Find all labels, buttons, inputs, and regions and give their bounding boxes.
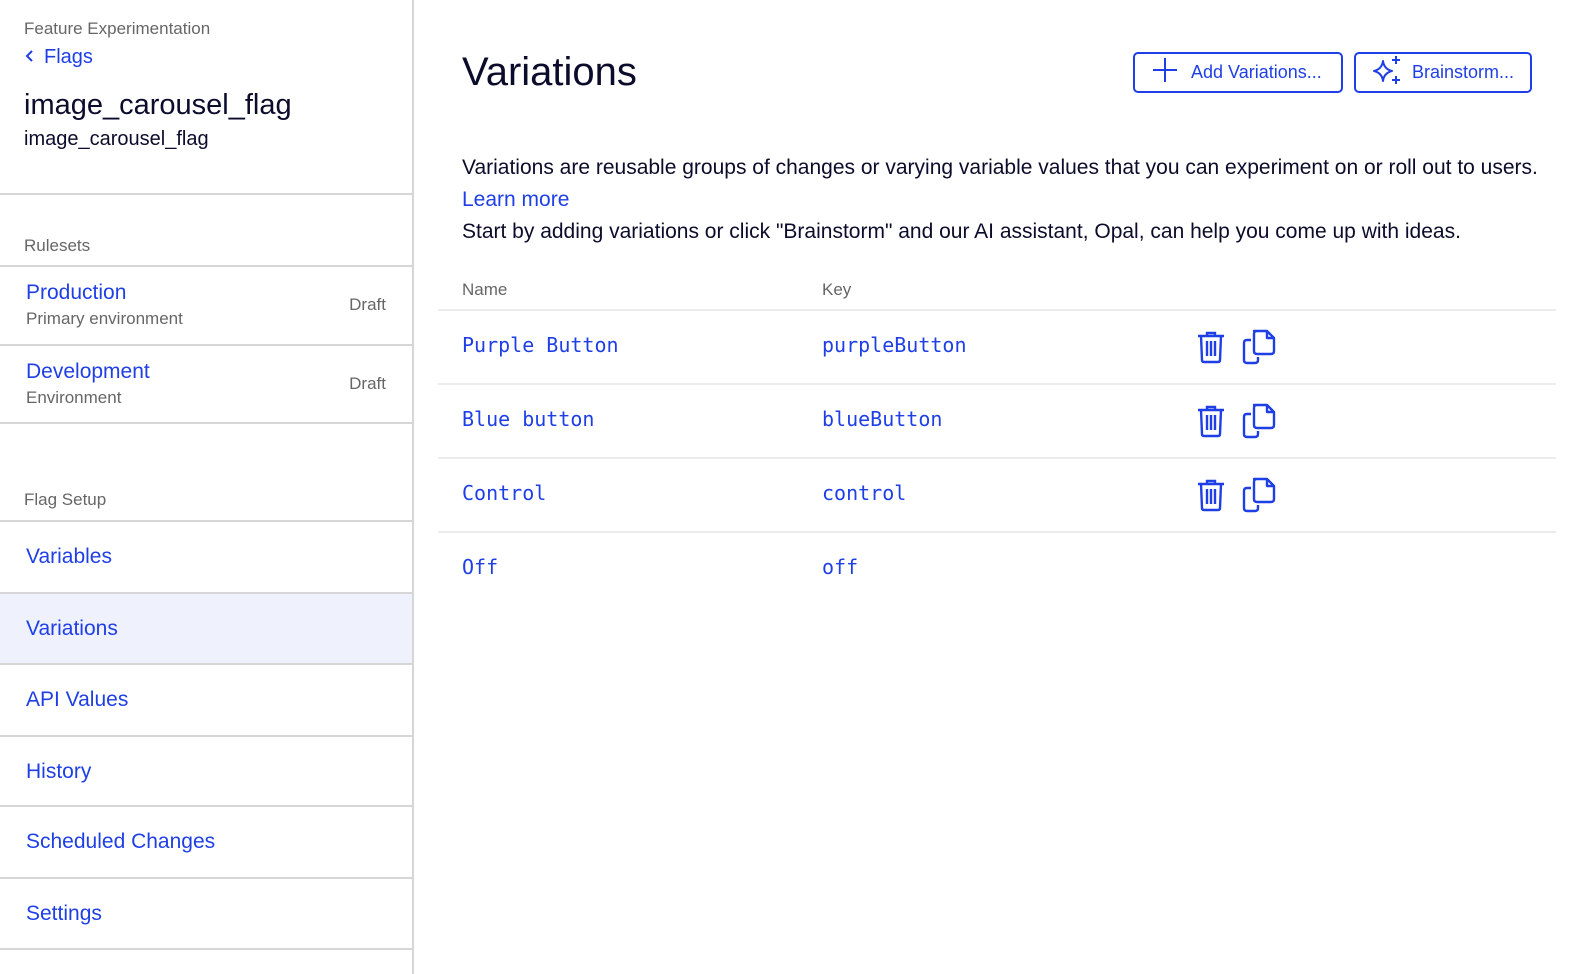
breadcrumb: Feature Experimentation — [24, 19, 211, 38]
table-row: Control control — [438, 459, 1556, 531]
ruleset-production[interactable]: Production Primary environment Draft — [0, 267, 412, 343]
variation-key: blueButton — [822, 407, 943, 431]
divider — [0, 948, 412, 950]
delete-icon[interactable] — [1194, 403, 1228, 439]
column-header-key: Key — [822, 280, 852, 299]
sidebar-item-variables[interactable]: Variables — [0, 522, 412, 592]
table-row: Off off — [438, 533, 1556, 605]
sparkle-icon — [1370, 55, 1404, 90]
divider — [0, 422, 412, 424]
sidebar-item-variations[interactable]: Variations — [0, 594, 412, 664]
brainstorm-label: Brainstorm... — [1412, 62, 1515, 82]
variation-name[interactable]: Purple Button — [462, 333, 619, 357]
ruleset-development[interactable]: Development Environment Draft — [0, 346, 412, 422]
ruleset-name: Production — [26, 281, 127, 304]
variation-key: control — [822, 481, 907, 505]
ruleset-status: Draft — [349, 295, 386, 314]
add-variations-button[interactable]: Add Variations... — [1133, 52, 1343, 93]
variation-key: purpleButton — [822, 333, 967, 357]
back-label: Flags — [44, 46, 93, 68]
rulesets-label: Rulesets — [24, 236, 91, 255]
flag-name: image_carousel_flag — [24, 89, 292, 121]
delete-icon[interactable] — [1194, 329, 1228, 365]
page-title: Variations — [462, 50, 637, 94]
description-text-2: Start by adding variations or click "Bra… — [462, 220, 1461, 243]
brainstorm-button[interactable]: Brainstorm... — [1354, 52, 1532, 93]
sidebar-item-history[interactable]: History — [0, 737, 412, 807]
divider — [0, 193, 412, 195]
column-header-name: Name — [462, 280, 508, 299]
sidebar-item-settings[interactable]: Settings — [0, 879, 412, 949]
description-text: Variations are reusable groups of change… — [462, 156, 1538, 179]
variation-name[interactable]: Control — [462, 481, 546, 505]
plus-icon — [1151, 56, 1179, 89]
flag-key: image_carousel_flag — [24, 128, 209, 150]
chevron-left-icon — [24, 46, 36, 69]
ruleset-description: Primary environment — [26, 309, 183, 328]
table-row: Purple Button purpleButton — [438, 311, 1556, 383]
main-content: Variations Add Variations... Brainstorm.… — [438, 0, 1556, 974]
ruleset-name: Development — [26, 360, 150, 383]
sidebar: Feature Experimentation Flags image_caro… — [0, 0, 414, 974]
copy-icon[interactable] — [1242, 403, 1276, 439]
sidebar-item-api-values[interactable]: API Values — [0, 665, 412, 735]
description: Variations are reusable groups of change… — [462, 152, 1542, 248]
back-to-flags-link[interactable]: Flags — [24, 46, 93, 69]
copy-icon[interactable] — [1242, 329, 1276, 365]
copy-icon[interactable] — [1242, 477, 1276, 513]
flag-setup-label: Flag Setup — [24, 490, 107, 509]
variation-key: off — [822, 555, 859, 579]
sidebar-item-scheduled-changes[interactable]: Scheduled Changes — [0, 807, 412, 877]
variation-name[interactable]: Blue button — [462, 407, 594, 431]
ruleset-status: Draft — [349, 374, 386, 393]
variation-name[interactable]: Off — [462, 555, 498, 579]
ruleset-description: Environment — [26, 388, 122, 407]
learn-more-link[interactable]: Learn more — [462, 188, 569, 211]
add-variations-label: Add Variations... — [1191, 62, 1322, 82]
delete-icon[interactable] — [1194, 477, 1228, 513]
table-row: Blue button blueButton — [438, 385, 1556, 457]
